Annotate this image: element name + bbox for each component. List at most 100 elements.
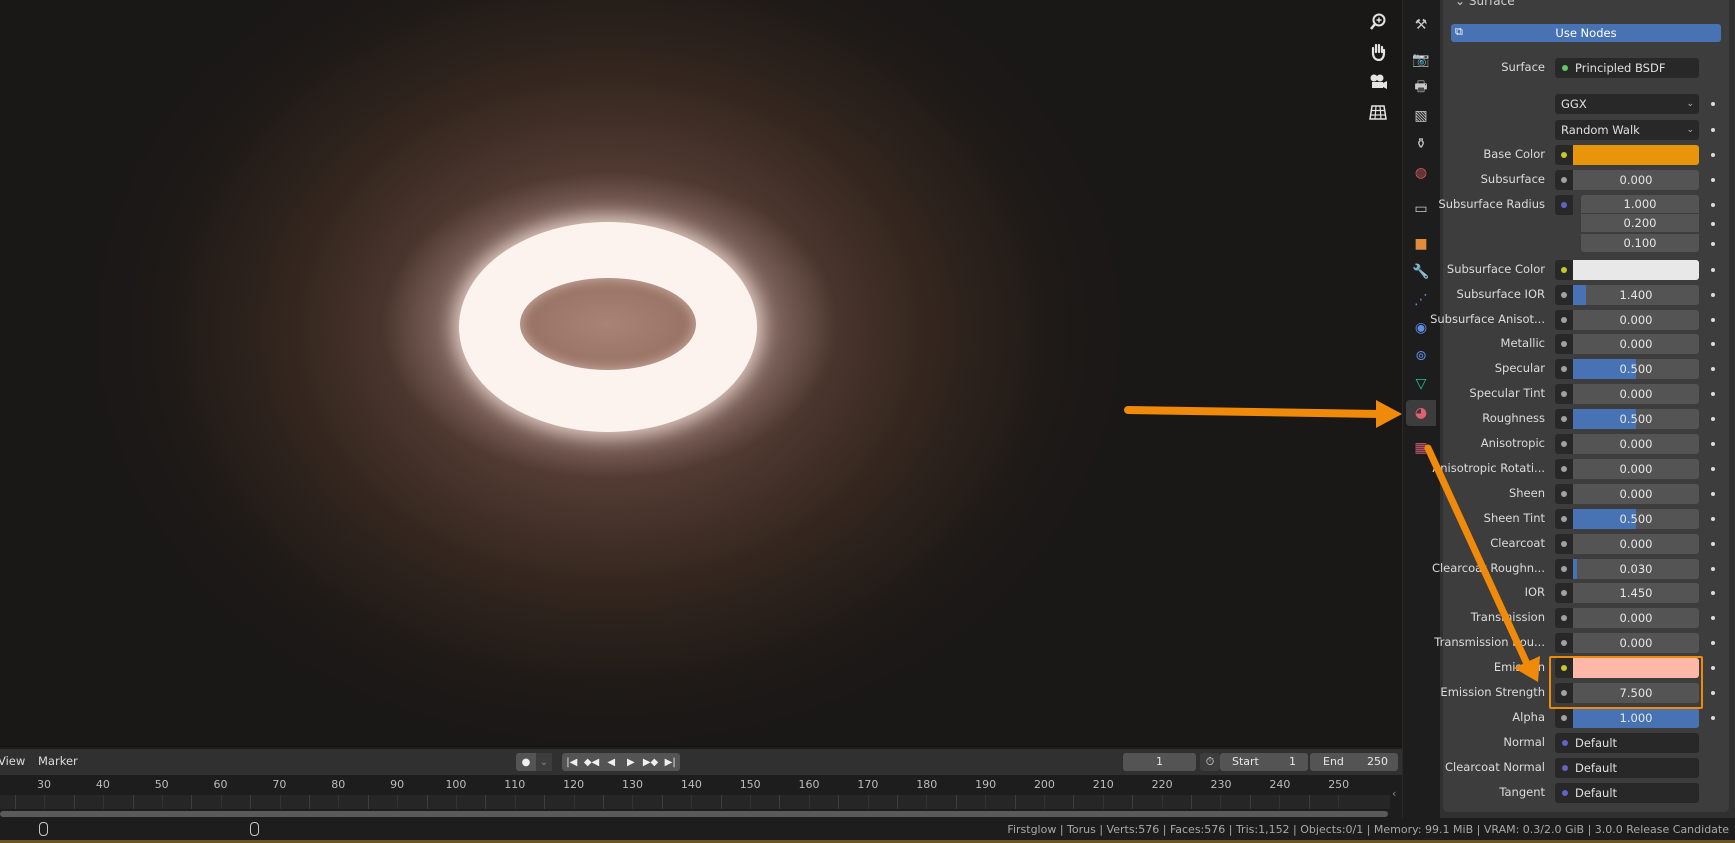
keyframe-dot-icon[interactable]	[1711, 566, 1715, 571]
socket-link-button[interactable]	[1555, 309, 1573, 330]
keyframe-dot-icon[interactable]	[1711, 491, 1715, 496]
keyframe-dot-icon[interactable]	[1711, 102, 1715, 106]
object-icon[interactable]: ■	[1406, 231, 1436, 257]
record-toggle-button[interactable]: ●	[516, 753, 536, 771]
timeline-scrollbar[interactable]	[0, 811, 1388, 817]
surface-shader-selector[interactable]: Principled BSDF	[1555, 58, 1699, 78]
scene-icon[interactable]: ⚱	[1406, 131, 1436, 157]
camera-view-icon[interactable]	[1363, 68, 1393, 96]
use-nodes-button[interactable]: ⧉ Use Nodes	[1451, 24, 1721, 42]
render-icon[interactable]: 📷	[1406, 47, 1436, 73]
keyframe-dot-icon[interactable]	[1711, 541, 1715, 546]
socket-link-button[interactable]	[1555, 707, 1573, 728]
grid-ortho-icon[interactable]	[1363, 98, 1393, 126]
property-subsurface-radius-component-1[interactable]: 0.200	[1581, 214, 1699, 233]
keyframe-dot-icon[interactable]	[1711, 177, 1715, 182]
modifier-wrench-icon[interactable]: 🔧	[1406, 259, 1436, 285]
socket-link-button[interactable]	[1555, 533, 1573, 554]
keyframe-dot-icon[interactable]	[1711, 616, 1715, 621]
keyframe-dot-icon[interactable]	[1711, 516, 1715, 521]
keyframe-dot-icon[interactable]	[1711, 222, 1715, 227]
surface-section-header[interactable]: ⌄ Surface	[1455, 0, 1515, 8]
keyframe-dot-icon[interactable]	[1711, 417, 1715, 422]
end-frame-field[interactable]: End 250	[1310, 753, 1398, 771]
texture-checker-icon[interactable]: ▦	[1406, 435, 1436, 461]
socket-link-button[interactable]	[1555, 194, 1573, 215]
property-sheen-slider[interactable]: 0.000	[1573, 483, 1699, 504]
keyframe-dot-icon[interactable]	[1711, 367, 1715, 372]
keying-dropdown-button[interactable]: ⌄	[536, 753, 552, 771]
property-subsurface-radius-component-0[interactable]: 1.000	[1581, 194, 1699, 213]
socket-link-button[interactable]	[1555, 558, 1573, 579]
property-specular-tint-slider[interactable]: 0.000	[1573, 384, 1699, 405]
property-subsurface-color-color-swatch[interactable]	[1573, 259, 1699, 280]
property-subsurface-radius-component-2[interactable]: 0.100	[1581, 233, 1699, 252]
menu-view[interactable]: View	[0, 754, 25, 768]
property-sheen-tint-slider[interactable]: 0.500	[1573, 508, 1699, 529]
property-anisotropic-slider[interactable]: 0.000	[1573, 434, 1699, 454]
keyframe-dot-icon[interactable]	[1711, 128, 1715, 132]
keyframe-dot-icon[interactable]	[1711, 442, 1715, 446]
property-ior-slider[interactable]: 1.450	[1573, 583, 1699, 604]
property-base-color-color-swatch[interactable]	[1573, 145, 1699, 165]
constraints-icon[interactable]: ⊚	[1406, 343, 1436, 369]
property-roughness-slider[interactable]: 0.500	[1573, 409, 1699, 430]
socket-link-button[interactable]	[1555, 409, 1573, 430]
keyframe-dot-icon[interactable]	[1711, 715, 1715, 720]
sidebar-toggle-chevron-icon[interactable]: ‹	[1392, 787, 1396, 800]
jump-start-button[interactable]: |◀	[562, 753, 582, 771]
play-button[interactable]: ▶	[621, 753, 641, 771]
frame-ruler[interactable]: 30 40 50 60 70 80 90 100 110 120 130 140 150 160 170 18…	[0, 775, 1390, 795]
pan-hand-icon[interactable]	[1363, 38, 1393, 66]
keyframe-dot-icon[interactable]	[1711, 466, 1715, 471]
socket-link-button[interactable]	[1555, 384, 1573, 405]
socket-link-button[interactable]	[1555, 169, 1573, 190]
socket-link-button[interactable]	[1555, 284, 1573, 305]
stopwatch-icon[interactable]: ⏱	[1200, 753, 1220, 771]
property-normal-input[interactable]: Default	[1555, 732, 1699, 753]
tool-icon[interactable]: ⚒	[1406, 12, 1436, 38]
keyframe-dot-icon[interactable]	[1711, 666, 1715, 671]
property-specular-slider[interactable]: 0.500	[1573, 359, 1699, 380]
subsurface-method-dropdown[interactable]: Random Walk ⌄	[1555, 120, 1699, 140]
property-alpha-slider[interactable]: 1.000	[1573, 707, 1699, 728]
keyframe-dot-icon[interactable]	[1711, 153, 1715, 157]
collection-icon[interactable]: ▭	[1406, 196, 1436, 222]
start-frame-field[interactable]: Start 1	[1220, 753, 1308, 771]
property-tangent-input[interactable]: Default	[1555, 782, 1699, 803]
socket-link-button[interactable]	[1555, 508, 1573, 529]
keyframe-dot-icon[interactable]	[1711, 392, 1715, 397]
socket-link-button[interactable]	[1555, 458, 1573, 479]
property-subsurface-slider[interactable]: 0.000	[1573, 169, 1699, 190]
keyframe-dot-icon[interactable]	[1711, 267, 1715, 272]
keyframe-dot-icon[interactable]	[1711, 691, 1715, 695]
next-keyframe-button[interactable]: ▶◆	[641, 753, 661, 771]
property-clearcoat-normal-input[interactable]: Default	[1555, 757, 1699, 778]
socket-link-button[interactable]	[1555, 434, 1573, 454]
view-layer-icon[interactable]: ▧	[1406, 103, 1436, 129]
property-metallic-slider[interactable]: 0.000	[1573, 334, 1699, 355]
property-anisotropic-rotati-slider[interactable]: 0.000	[1573, 458, 1699, 479]
particles-icon[interactable]: ⋰	[1406, 287, 1436, 313]
timeline-track[interactable]	[0, 795, 1390, 809]
output-icon[interactable]: 🖶	[1406, 75, 1436, 101]
keyframe-dot-icon[interactable]	[1711, 591, 1715, 596]
property-clearcoat-roughn-slider[interactable]: 0.030	[1573, 558, 1699, 579]
property-transmission-rou-slider[interactable]: 0.000	[1573, 633, 1699, 654]
world-icon[interactable]: ◍	[1406, 160, 1436, 186]
material-icon[interactable]: ◕	[1406, 400, 1436, 426]
prev-keyframe-button[interactable]: ◆◀	[582, 753, 602, 771]
keyframe-dot-icon[interactable]	[1711, 202, 1715, 207]
socket-link-button[interactable]	[1555, 145, 1573, 165]
property-transmission-slider[interactable]: 0.000	[1573, 608, 1699, 629]
property-subsurface-ior-slider[interactable]: 1.400	[1573, 284, 1699, 305]
keyframe-dot-icon[interactable]	[1711, 317, 1715, 322]
keyframe-dot-icon[interactable]	[1711, 241, 1715, 246]
socket-link-button[interactable]	[1555, 259, 1573, 280]
current-frame-field[interactable]: 1	[1123, 753, 1196, 771]
keyframe-dot-icon[interactable]	[1711, 292, 1715, 297]
zoom-icon[interactable]	[1363, 8, 1393, 36]
keyframe-dot-icon[interactable]	[1711, 342, 1715, 347]
socket-link-button[interactable]	[1555, 583, 1573, 604]
object-data-mesh-icon[interactable]: ▽	[1406, 371, 1436, 397]
